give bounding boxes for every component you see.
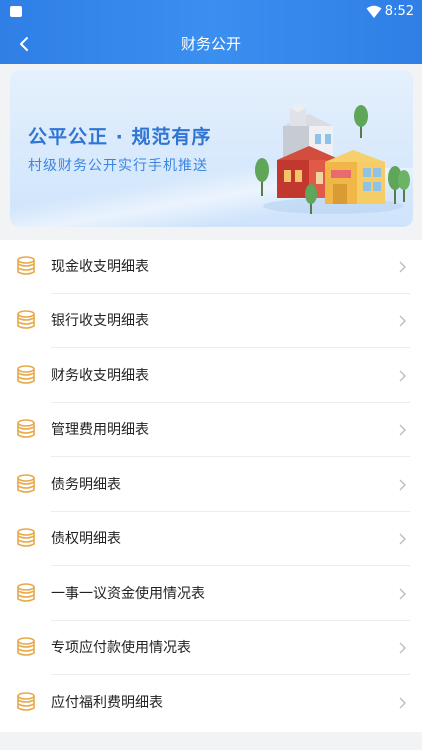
wifi-icon	[366, 5, 382, 18]
page-title: 财务公开	[180, 35, 241, 53]
app-header: 8:52 财务公开	[0, 0, 422, 64]
chevron-right-icon	[399, 479, 406, 491]
list-item-label: 银行收支明细表	[51, 313, 149, 329]
list-item-label: 债权明细表	[51, 531, 121, 547]
list-item-label: 应付福利费明细表	[51, 695, 163, 711]
coin-stack-icon	[17, 310, 35, 329]
chevron-right-icon	[399, 533, 406, 545]
banner-slogan: 公平公正 · 规范有序	[28, 126, 212, 148]
coin-stack-icon	[17, 528, 35, 547]
list-item[interactable]: 债权明细表	[0, 512, 422, 566]
nav-bar: 财务公开	[0, 24, 422, 64]
coin-stack-icon	[17, 692, 35, 711]
list-item[interactable]: 应付福利费明细表	[0, 676, 422, 730]
status-time: 8:52	[384, 4, 414, 19]
banner-subslogan: 村级财务公开实行手机推送	[28, 158, 208, 174]
chevron-right-icon	[399, 261, 406, 273]
coin-stack-icon	[17, 365, 35, 384]
chevron-right-icon	[399, 697, 406, 709]
banner-card: 公平公正 · 规范有序 村级财务公开实行手机推送	[10, 70, 413, 227]
list-item-label: 一事一议资金使用情况表	[51, 586, 205, 602]
list-item-label: 专项应付款使用情况表	[51, 640, 191, 656]
coin-stack-icon	[17, 637, 35, 656]
village-buildings-illustration	[255, 104, 410, 214]
list-item[interactable]: 银行收支明细表	[0, 294, 422, 348]
banner-section: 公平公正 · 规范有序 村级财务公开实行手机推送	[0, 64, 422, 240]
chevron-right-icon	[399, 315, 406, 327]
list-item[interactable]: 现金收支明细表	[0, 240, 422, 294]
chevron-right-icon	[399, 424, 406, 436]
list-item-label: 管理费用明细表	[51, 422, 149, 438]
coin-stack-icon	[17, 419, 35, 438]
coin-stack-icon	[17, 256, 35, 275]
list-item[interactable]: 专项应付款使用情况表	[0, 621, 422, 675]
notification-icon	[10, 6, 22, 17]
list-item[interactable]: 财务收支明细表	[0, 349, 422, 403]
finance-report-list: 现金收支明细表 银行收支明细表 财务收支明细表 管理费用明细表 债务明细表 债权…	[0, 240, 422, 732]
chevron-right-icon	[399, 370, 406, 382]
list-item[interactable]: 管理费用明细表	[0, 403, 422, 457]
list-item-label: 财务收支明细表	[51, 368, 149, 384]
chevron-right-icon	[399, 588, 406, 600]
list-item[interactable]: 债务明细表	[0, 458, 422, 512]
list-item-label: 债务明细表	[51, 477, 121, 493]
coin-stack-icon	[17, 474, 35, 493]
list-item-label: 现金收支明细表	[51, 259, 149, 275]
chevron-right-icon	[399, 642, 406, 654]
coin-stack-icon	[17, 583, 35, 602]
status-bar: 8:52	[0, 0, 422, 24]
list-item[interactable]: 一事一议资金使用情况表	[0, 567, 422, 621]
